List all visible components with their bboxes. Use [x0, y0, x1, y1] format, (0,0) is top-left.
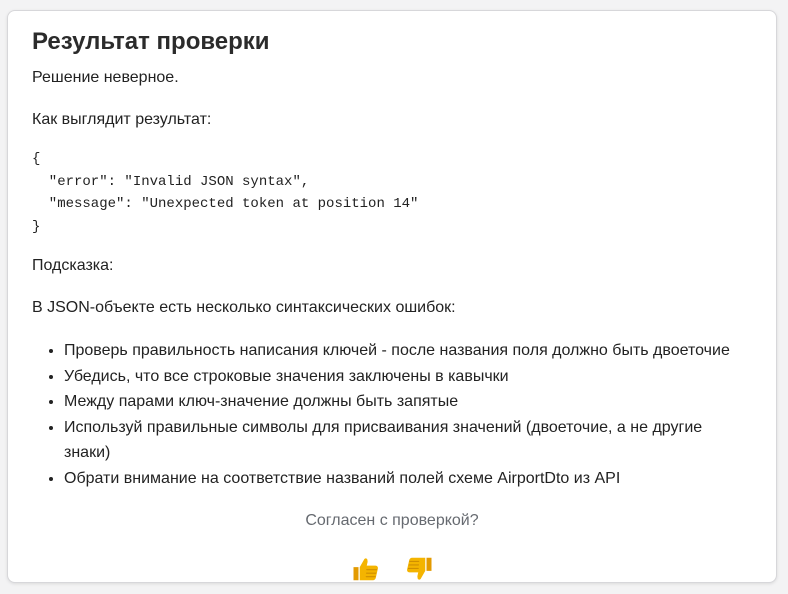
feedback-question: Согласен с проверкой?	[305, 512, 479, 529]
thumbs-down-icon	[406, 557, 431, 580]
thumbs-up-icon	[353, 558, 378, 581]
thumbs-up-button[interactable]	[350, 552, 382, 586]
result-code-block: { "error": "Invalid JSON syntax", "messa…	[32, 151, 419, 235]
thumbs-down-button[interactable]	[403, 552, 435, 586]
hint-intro: В JSON-объекте есть несколько синтаксиче…	[32, 299, 456, 316]
result-card: Результат проверки Решение неверное. Как…	[7, 10, 777, 583]
hint-item: Обрати внимание на соответствие названий…	[64, 466, 752, 492]
result-status: Решение неверное.	[32, 69, 179, 86]
hint-item: Проверь правильность написания ключей - …	[64, 338, 752, 364]
page-title: Результат проверки	[32, 28, 270, 55]
hint-label: Подсказка:	[32, 257, 114, 274]
feedback-section: Согласен с проверкой?	[32, 510, 752, 586]
result-label: Как выглядит результат:	[32, 111, 212, 128]
hint-list: Проверь правильность написания ключей - …	[32, 338, 752, 491]
hint-item: Между парами ключ-значение должны быть з…	[64, 389, 752, 415]
feedback-buttons	[32, 552, 752, 586]
hint-item: Используй правильные символы для присваи…	[64, 415, 752, 466]
hint-item: Убедись, что все строковые значения закл…	[64, 364, 752, 390]
